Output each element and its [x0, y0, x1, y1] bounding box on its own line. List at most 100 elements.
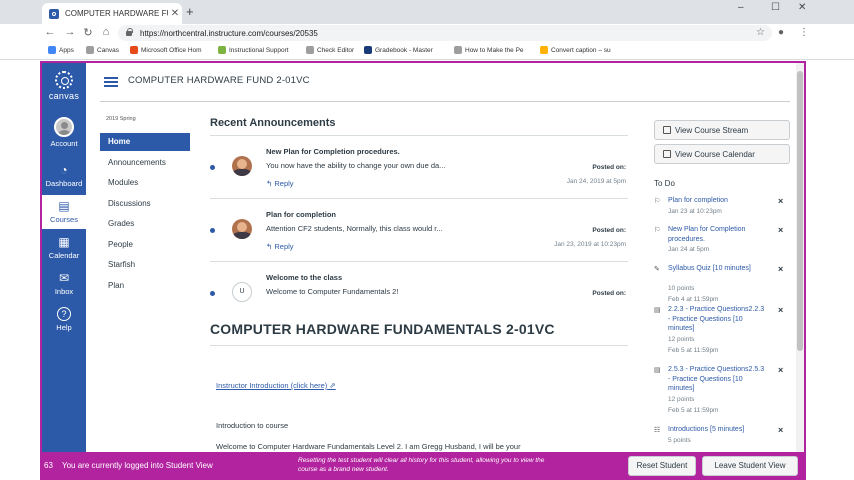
- announcement-title[interactable]: New Plan for Completion procedures.: [266, 147, 400, 156]
- help-icon: ?: [57, 307, 71, 321]
- announcement-icon: ⚐: [654, 227, 661, 234]
- bookmark-0[interactable]: Apps: [48, 46, 74, 54]
- canvas-logo[interactable]: canvas: [42, 71, 86, 101]
- bookmark-3[interactable]: Instructional Support: [218, 46, 289, 54]
- dismiss-todo-icon[interactable]: ×: [778, 305, 783, 315]
- bookmark-7[interactable]: Convert caption – su: [540, 46, 611, 54]
- reply-link[interactable]: ↰ Reply: [266, 242, 294, 251]
- home-icon[interactable]: ⌂: [99, 26, 113, 38]
- instructor-introduction-link[interactable]: Instructor Introduction (click here) ⇗: [216, 381, 336, 390]
- profile-icon[interactable]: ●: [778, 27, 784, 38]
- course-nav-discussions[interactable]: Discussions: [100, 195, 190, 213]
- dismiss-todo-icon[interactable]: ×: [778, 425, 783, 435]
- bookmark-6[interactable]: How to Make the Pe: [454, 46, 524, 54]
- browser-toolbar: ← → ↻ ⌂ https://northcentral.instructure…: [0, 24, 854, 42]
- browser-tab-title: COMPUTER HARDWARE FUNDAM...: [65, 9, 168, 18]
- course-nav-people[interactable]: People: [100, 236, 190, 254]
- bookmark-label: Apps: [59, 46, 74, 54]
- bookmark-favicon-icon: [306, 46, 314, 54]
- canvas-logo-text: canvas: [48, 91, 80, 101]
- intro-heading: Introduction to course: [216, 421, 289, 430]
- announcement-snippet: Attention CF2 students, Normally, this c…: [266, 224, 443, 233]
- view-course-stream-label: View Course Stream: [675, 125, 749, 135]
- global-nav-label: Courses: [50, 215, 78, 224]
- bookmark-favicon-icon: [86, 46, 94, 54]
- stream-icon: [663, 126, 671, 134]
- todo-points: 12 points: [668, 335, 695, 343]
- bookmark-1[interactable]: Canvas: [86, 46, 119, 54]
- bookmark-5[interactable]: Gradebook - Master: [364, 46, 433, 54]
- course-nav-grades[interactable]: Grades: [100, 215, 190, 233]
- browser-tab[interactable]: COMPUTER HARDWARE FUNDAM... ✕: [42, 3, 182, 24]
- course-nav-home[interactable]: Home: [100, 133, 190, 151]
- announcement-snippet: Welcome to Computer Fundamentals 2!: [266, 287, 399, 296]
- todo-title-link[interactable]: Introductions [5 minutes]: [668, 425, 768, 435]
- announcement-divider: [210, 135, 628, 136]
- bookmark-favicon-icon: [48, 46, 56, 54]
- back-icon[interactable]: ←: [43, 26, 57, 38]
- course-nav-modules[interactable]: Modules: [100, 174, 190, 192]
- todo-due-date: 5 points: [668, 436, 691, 444]
- bookmark-4[interactable]: Check Editor: [306, 46, 354, 54]
- global-nav-courses[interactable]: ▤ Courses: [42, 195, 86, 229]
- global-nav-dashboard[interactable]: ◔ Dashboard: [42, 159, 86, 193]
- todo-heading: To Do: [654, 179, 675, 188]
- view-course-calendar-button[interactable]: View Course Calendar: [654, 144, 790, 164]
- forward-icon[interactable]: →: [63, 26, 77, 38]
- bookmark-favicon-icon: [540, 46, 548, 54]
- close-tab-icon[interactable]: ✕: [168, 8, 182, 19]
- menu-kebab-icon[interactable]: ⋮: [799, 27, 809, 38]
- todo-points: 10 points: [668, 285, 695, 292]
- todo-title-link[interactable]: 2.2.3 - Practice Questions2.2.3 - Practi…: [668, 305, 768, 334]
- dismiss-todo-icon[interactable]: ×: [778, 365, 783, 375]
- bookmark-star-icon[interactable]: ☆: [756, 27, 765, 38]
- todo-title-link[interactable]: Syllabus Quiz [10 minutes]: [668, 264, 768, 274]
- page-scrollbar[interactable]: [796, 63, 804, 480]
- announcement-title[interactable]: Plan for completion: [266, 210, 336, 219]
- app: COMPUTER HARDWARE FUNDAM... ✕ + – ☐ ✕ ← …: [0, 0, 854, 480]
- view-course-stream-button[interactable]: View Course Stream: [654, 120, 790, 140]
- bookmark-favicon-icon: [218, 46, 226, 54]
- todo-title-link[interactable]: New Plan for Completion procedures.: [668, 225, 768, 244]
- lock-icon: [126, 27, 133, 36]
- course-nav-plan[interactable]: Plan: [100, 277, 190, 295]
- global-nav-calendar[interactable]: ▦ Calendar: [42, 231, 86, 265]
- todo-title-link[interactable]: Plan for completion: [668, 196, 768, 206]
- bookmark-label: Convert caption – su: [551, 46, 611, 54]
- bookmark-label: Check Editor: [317, 46, 355, 54]
- global-nav-inbox[interactable]: ✉ Inbox: [42, 267, 86, 301]
- scrollbar-thumb[interactable]: [797, 71, 803, 351]
- canvas-page: canvas Account ◔ Dashboard ▤ Courses ▦ Calenda…: [40, 61, 806, 480]
- dismiss-todo-icon[interactable]: ×: [778, 196, 783, 206]
- minimize-icon[interactable]: –: [738, 2, 744, 13]
- address-bar[interactable]: https://northcentral.instructure.com/cou…: [118, 25, 772, 41]
- reset-student-button[interactable]: Reset Student: [628, 456, 696, 476]
- course-nav-announcements[interactable]: Announcements: [100, 154, 190, 172]
- maximize-icon[interactable]: ☐: [771, 2, 780, 13]
- global-nav-help[interactable]: ? Help: [42, 303, 86, 337]
- leave-student-view-button[interactable]: Leave Student View: [702, 456, 798, 476]
- bookmark-label: Canvas: [97, 46, 120, 54]
- global-nav-label: Help: [56, 323, 72, 332]
- bookmark-favicon-icon: [454, 46, 462, 54]
- canvas-favicon-icon: [49, 8, 59, 19]
- reply-label: Reply: [274, 179, 294, 188]
- inbox-icon: ✉: [58, 271, 70, 285]
- course-menu-toggle-icon[interactable]: [104, 77, 118, 87]
- instructor-introduction-text: Instructor Introduction (click here): [216, 381, 328, 390]
- todo-title-link[interactable]: 2.5.3 - Practice Questions2.5.3 - Practi…: [668, 365, 768, 394]
- dashboard-icon: ◔: [60, 163, 68, 177]
- author-avatar-initial: U: [232, 282, 252, 302]
- reload-icon[interactable]: ↻: [81, 26, 95, 39]
- course-title-breadcrumb[interactable]: COMPUTER HARDWARE FUND 2-01VC: [128, 75, 310, 86]
- dismiss-todo-icon[interactable]: ×: [778, 225, 783, 235]
- new-tab-button[interactable]: +: [186, 4, 194, 19]
- global-nav-account[interactable]: Account: [42, 113, 86, 153]
- bookmark-2[interactable]: Microsoft Office Hom: [130, 46, 202, 54]
- reply-link[interactable]: ↰ Reply: [266, 179, 294, 188]
- close-window-icon[interactable]: ✕: [798, 2, 806, 13]
- course-nav-starfish[interactable]: Starfish: [100, 256, 190, 274]
- announcement-title[interactable]: Welcome to the class: [266, 273, 342, 282]
- courses-icon: ▤: [58, 199, 70, 213]
- dismiss-todo-icon[interactable]: ×: [778, 264, 783, 274]
